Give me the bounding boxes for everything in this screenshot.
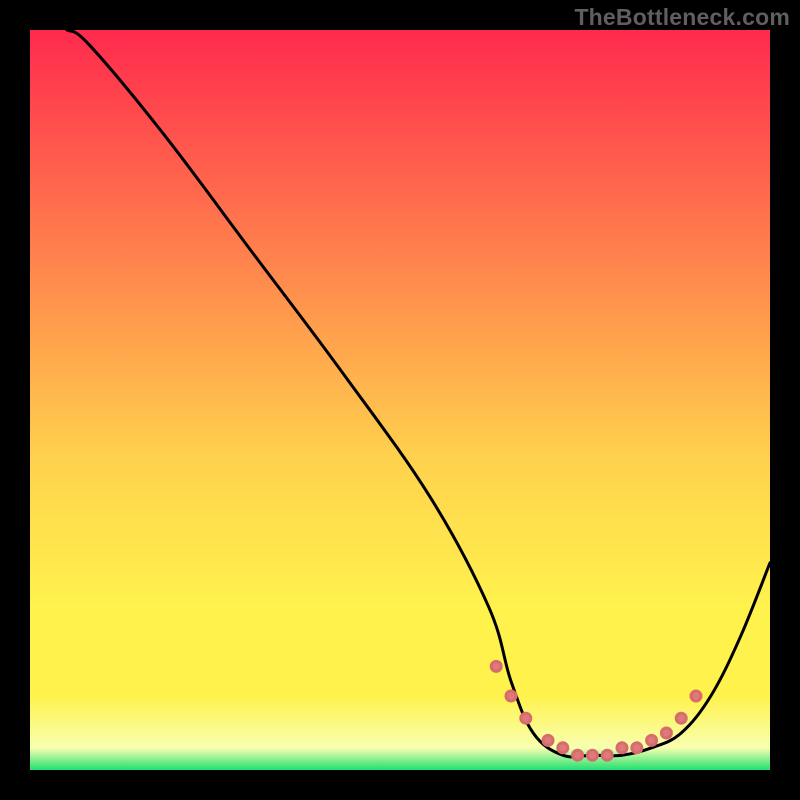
- highlight-marker-core: [508, 693, 515, 700]
- highlight-marker-core: [633, 744, 640, 751]
- highlight-marker-core: [604, 752, 611, 759]
- highlight-marker-core: [693, 693, 700, 700]
- watermark-label: TheBottleneck.com: [574, 4, 790, 31]
- highlight-marker-core: [663, 730, 670, 737]
- highlight-marker-core: [678, 715, 685, 722]
- highlight-marker-core: [619, 744, 626, 751]
- highlight-marker-core: [545, 737, 552, 744]
- highlight-marker-core: [589, 752, 596, 759]
- plot-area: [30, 30, 770, 770]
- gradient-background: [30, 30, 770, 770]
- highlight-marker-core: [522, 715, 529, 722]
- highlight-marker-core: [559, 744, 566, 751]
- highlight-marker-core: [648, 737, 655, 744]
- chart-frame: TheBottleneck.com: [0, 0, 800, 800]
- highlight-marker-core: [574, 752, 581, 759]
- chart-svg: [30, 30, 770, 770]
- highlight-marker-core: [493, 663, 500, 670]
